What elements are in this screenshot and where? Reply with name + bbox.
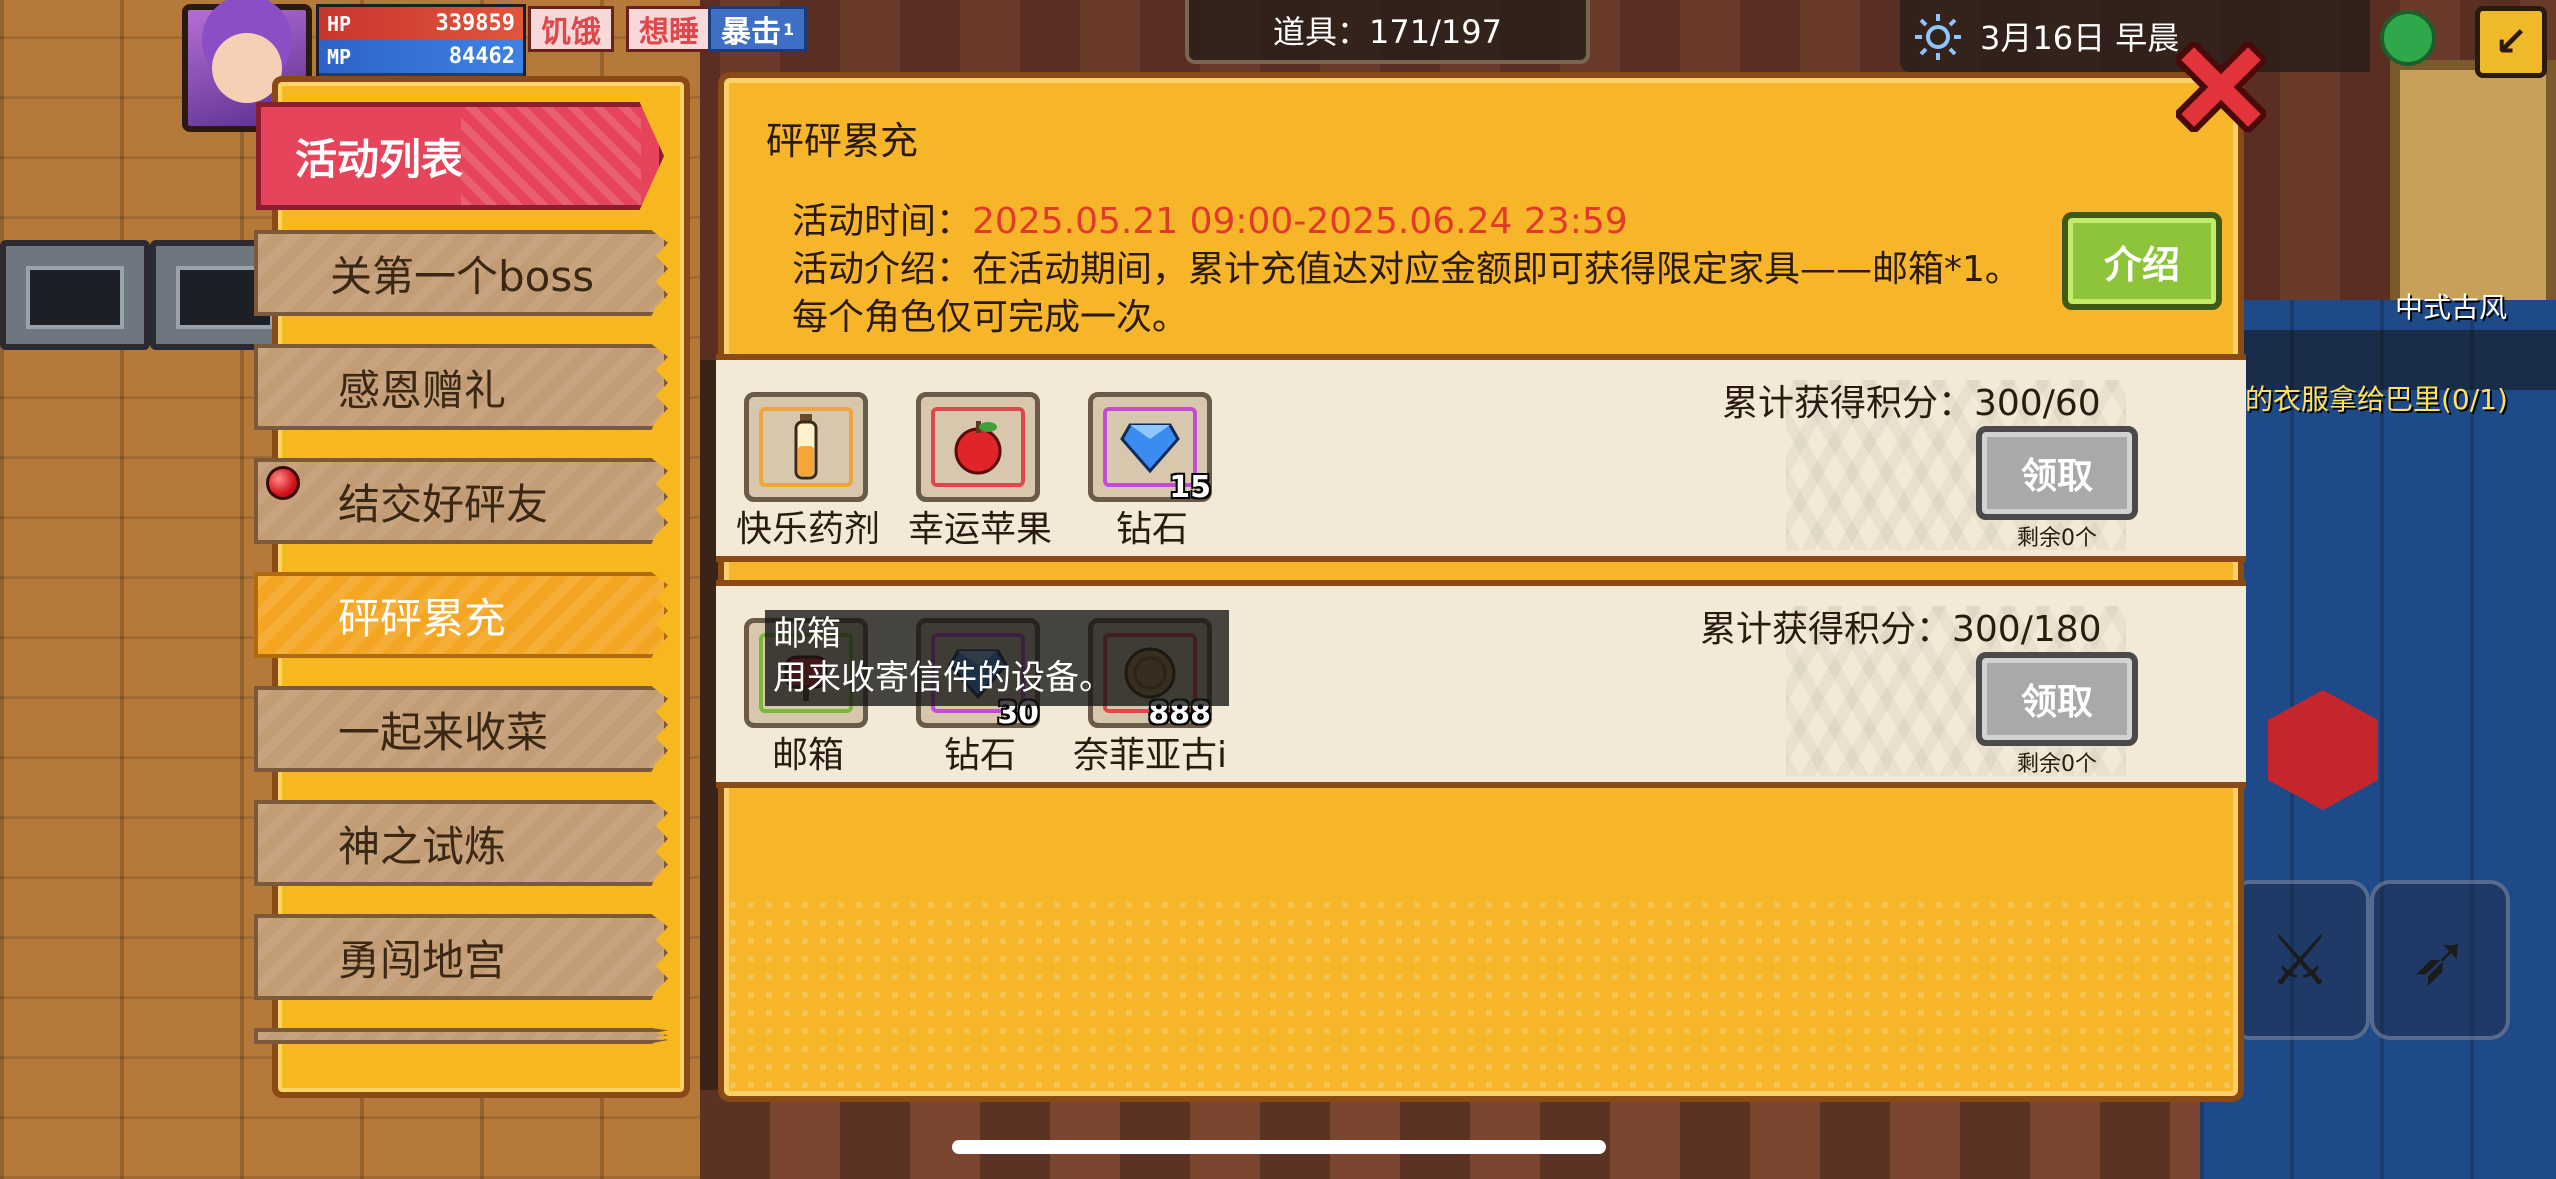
globe-icon[interactable]: [2380, 10, 2436, 66]
desc-label: 活动介绍：: [792, 249, 973, 290]
slot-frame: [931, 407, 1025, 487]
tooltip-title: 邮箱: [773, 614, 841, 654]
sidebar-item-label: 砰砰累充: [338, 593, 507, 643]
floor-bottom: [700, 1090, 2200, 1179]
status-crit-label: 暴击: [721, 15, 781, 50]
panel-dot-pattern: [724, 896, 2238, 1096]
score-text: 累计获得积分：300/180: [1700, 609, 2102, 650]
bow-skill-button[interactable]: ➶: [2370, 880, 2510, 1040]
sidebar-item-label: 感恩赠礼: [338, 365, 507, 415]
side-label: 中式古风: [2395, 291, 2508, 324]
status-sleepy[interactable]: 想睡: [626, 6, 712, 52]
sidebar-item-label: 神之试炼: [338, 821, 507, 871]
hp-value: 339859: [435, 11, 515, 36]
mp-value: 84462: [448, 44, 515, 69]
diamond-icon: [1120, 423, 1180, 474]
quest-text[interactable]: 的衣服拿给巴里(0/1): [2245, 378, 2508, 418]
appliance-left: [0, 240, 150, 350]
activity-list-title: 活动列表: [295, 134, 464, 184]
claim-button-label: 领取: [2020, 456, 2093, 497]
player-stats: HP 339859 MP 84462: [316, 4, 526, 80]
slot-frame: [759, 407, 853, 487]
reward-label-diamond: 钻石: [1115, 509, 1188, 550]
reward-slot-diamond[interactable]: 15: [1088, 392, 1212, 505]
reward-label-diamond: 钻石: [943, 735, 1016, 776]
claim-button[interactable]: 领取: [1976, 426, 2138, 520]
activity-title: 砰砰累充: [766, 119, 919, 163]
claim-button[interactable]: 领取: [1976, 652, 2138, 746]
activity-description: 活动时间：2025.05.21 09:00-2025.06.24 23:59 活…: [792, 198, 2052, 342]
desc-value: 在活动期间，累计充值达对应金额即可获得限定家具——邮箱*1。每个角色仅可完成一次…: [792, 249, 2021, 338]
sidebar-item-god-trial[interactable]: 神之试炼: [254, 800, 668, 886]
date-display: 3月16日 早晨: [1900, 0, 2370, 72]
potion-icon: [794, 414, 818, 480]
time-label: 活动时间：: [792, 201, 973, 242]
apple-icon: [954, 421, 1002, 475]
tooltip-body: 用来收寄信件的设备。: [773, 658, 1113, 698]
reward-label-coin: 奈菲亚古i: [1072, 735, 1227, 776]
items-counter[interactable]: 道具：171/197: [1185, 0, 1590, 64]
sidebar-item-recharge[interactable]: 砰砰累充: [254, 572, 668, 658]
item-tooltip: 邮箱 用来收寄信件的设备。: [765, 610, 1229, 706]
remaining-count: 剩余0个: [2017, 752, 2097, 777]
reward-slot-apple[interactable]: [916, 392, 1040, 502]
intro-button[interactable]: 介绍: [2062, 212, 2222, 310]
remaining-count: 剩余0个: [2017, 526, 2097, 551]
sidebar-item-partial[interactable]: [254, 1028, 668, 1044]
hp-row: HP 339859: [319, 7, 523, 40]
sword-skill-button[interactable]: ⚔: [2230, 880, 2370, 1040]
mp-label: MP: [327, 44, 352, 69]
home-indicator[interactable]: [952, 1140, 1606, 1154]
bow-icon: ➶: [2410, 919, 2470, 1001]
status-hungry[interactable]: 饥饿: [528, 6, 614, 52]
sidebar-item-make-friends[interactable]: 结交好砰友: [254, 458, 668, 544]
status-crit-level: 1: [783, 19, 795, 39]
exit-button[interactable]: ↙: [2475, 6, 2547, 78]
sidebar-item-dungeon[interactable]: 勇闯地宫: [254, 914, 668, 1000]
status-hungry-label: 饥饿: [541, 15, 601, 50]
reward-label-mailbox: 邮箱: [771, 735, 844, 776]
sidebar-item-label: 结交好砰友: [338, 479, 549, 529]
score-text: 累计获得积分：300/60: [1722, 383, 2101, 424]
status-sleepy-label: 想睡: [639, 15, 699, 50]
reward-label-potion: 快乐药剂: [735, 509, 880, 550]
notification-dot-icon: [266, 466, 300, 500]
claim-button-label: 领取: [2020, 682, 2093, 723]
sidebar-item-label: 勇闯地宫: [338, 935, 507, 985]
sidebar-item-label: 关第一个boss: [330, 251, 595, 301]
reward-label-apple: 幸运苹果: [907, 509, 1052, 550]
items-counter-text: 道具：171/197: [1273, 13, 1502, 51]
exit-arrow-icon: ↙: [2494, 19, 2528, 65]
floor-right: [2200, 300, 2556, 1179]
date-text: 3月16日 早晨: [1980, 19, 2180, 57]
status-crit[interactable]: 暴击 1: [708, 6, 808, 52]
time-value: 2025.05.21 09:00-2025.06.24 23:59: [972, 201, 1628, 242]
intro-button-label: 介绍: [2103, 242, 2180, 287]
close-icon[interactable]: [2176, 42, 2266, 132]
sidebar-item-label: 一起来收菜: [338, 707, 549, 757]
activity-list-header: 活动列表: [256, 102, 664, 210]
sidebar-item-harvest[interactable]: 一起来收菜: [254, 686, 668, 772]
sidebar-item-gratitude-gift[interactable]: 感恩赠礼: [254, 344, 668, 430]
sword-icon: ⚔: [2268, 919, 2332, 1001]
reward-slot-potion[interactable]: [744, 392, 868, 502]
hp-label: HP: [327, 11, 352, 36]
mp-row: MP 84462: [319, 40, 523, 73]
sidebar-item-boss[interactable]: 关第一个boss: [254, 230, 668, 316]
sun-icon: [1915, 14, 1961, 60]
